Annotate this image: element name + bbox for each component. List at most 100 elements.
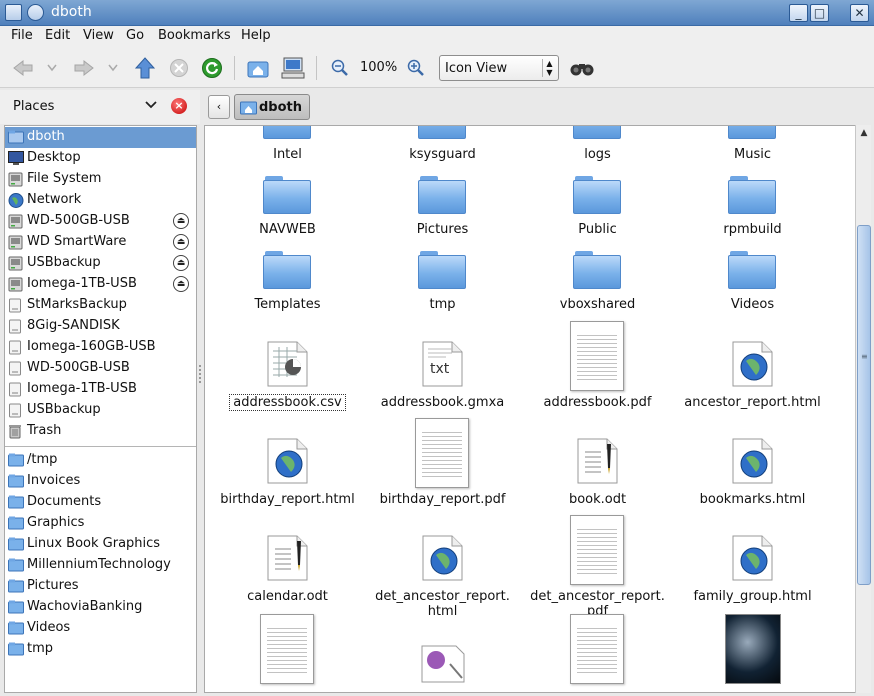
sidebar-item[interactable]: 8Gig-SANDISK (5, 316, 196, 337)
sidebar-item[interactable]: Network (5, 190, 196, 211)
folder-icon (418, 251, 466, 289)
menu-file[interactable]: File (11, 28, 33, 43)
file-item[interactable]: birthday_report.pdf (365, 418, 520, 508)
sidebar-item[interactable]: Desktop (5, 148, 196, 169)
close-button[interactable]: ✕ (850, 4, 869, 22)
sticky-icon[interactable] (27, 4, 44, 21)
file-item[interactable]: book.odt (520, 418, 675, 508)
vertical-scrollbar[interactable]: ▲ ≡ (855, 125, 871, 693)
home-button[interactable] (246, 56, 270, 80)
file-item[interactable] (365, 614, 520, 692)
menu-edit[interactable]: Edit (45, 28, 70, 43)
menu-help[interactable]: Help (241, 28, 271, 43)
file-item[interactable]: calendar.odt (210, 515, 365, 605)
file-item[interactable]: addressbook.csv (210, 321, 365, 411)
sidebar-bookmark[interactable]: Graphics (5, 513, 196, 534)
menu-go[interactable]: Go (126, 28, 144, 43)
scrollbar-thumb[interactable]: ≡ (857, 225, 871, 585)
folder-icon (418, 176, 466, 214)
search-button[interactable] (568, 56, 596, 80)
eject-icon[interactable]: ⏏ (173, 255, 189, 271)
sidebar-bookmark[interactable]: Pictures (5, 576, 196, 597)
forward-history-button[interactable] (105, 56, 121, 80)
sidebar-bookmark[interactable]: WachoviaBanking (5, 597, 196, 618)
back-history-button[interactable] (44, 56, 60, 80)
eject-icon[interactable]: ⏏ (173, 234, 189, 250)
file-item[interactable] (675, 614, 830, 692)
back-arrow-icon (13, 59, 33, 77)
pdf-document-icon (260, 614, 314, 684)
text-document-icon: txt (422, 341, 463, 387)
side-pane-selector-chevron-icon[interactable] (145, 98, 157, 112)
sidebar-bookmark[interactable]: Invoices (5, 471, 196, 492)
sidebar-item[interactable]: Iomega-160GB-USB (5, 337, 196, 358)
sidebar-bookmark[interactable]: Documents (5, 492, 196, 513)
sidebar-item[interactable]: StMarksBackup (5, 295, 196, 316)
file-name-label: addressbook.pdf (543, 395, 652, 410)
eject-icon[interactable]: ⏏ (173, 213, 189, 229)
window-menu-icon[interactable] (5, 4, 22, 21)
html-document-icon (267, 438, 308, 484)
menu-bookmarks[interactable]: Bookmarks (158, 28, 231, 43)
sidebar-bookmark[interactable]: MillenniumTechnology (5, 555, 196, 576)
file-item[interactable]: birthday_report.html (210, 418, 365, 508)
up-button[interactable] (133, 56, 157, 80)
forward-button[interactable] (71, 56, 97, 80)
file-item[interactable] (210, 614, 365, 692)
file-item[interactable]: ancestor_report.html (675, 321, 830, 411)
file-item[interactable]: family_group.html (675, 515, 830, 605)
close-side-pane-icon[interactable]: × (171, 98, 187, 114)
sidebar-item[interactable]: File System (5, 169, 196, 190)
file-item[interactable]: addressbook.pdf (520, 321, 675, 411)
sidebar-bookmark-label: Pictures (27, 578, 79, 593)
sidebar-item[interactable]: WD SmartWare ⏏ (5, 232, 196, 253)
file-item[interactable]: txt addressbook.gmxa (365, 321, 520, 411)
sidebar-bookmark[interactable]: Linux Book Graphics (5, 534, 196, 555)
html-document-icon (732, 438, 773, 484)
folder-icon (418, 126, 466, 139)
zoom-in-button[interactable] (404, 56, 428, 80)
back-button[interactable] (10, 56, 36, 80)
zoom-out-button[interactable] (328, 56, 352, 80)
sidebar-item[interactable]: Trash (5, 421, 196, 442)
computer-button[interactable] (280, 56, 306, 80)
spin-arrows-icon: ▲ ▼ (542, 59, 554, 77)
sidebar-item[interactable]: Iomega-1TB-USB ⏏ (5, 274, 196, 295)
breadcrumb-scroll-left-button[interactable]: ‹ (208, 95, 230, 119)
file-item[interactable] (520, 614, 675, 692)
reload-button[interactable] (200, 56, 224, 80)
sidebar-item[interactable]: USBbackup (5, 400, 196, 421)
sidebar-bookmark[interactable]: /tmp (5, 450, 196, 471)
view-mode-select[interactable]: Icon View ▲ ▼ (439, 55, 559, 81)
sidebar-item[interactable]: WD-500GB-USB ⏏ (5, 211, 196, 232)
sidebar-item[interactable]: WD-500GB-USB (5, 358, 196, 379)
sidebar-item[interactable]: dboth (5, 127, 196, 148)
pane-splitter[interactable] (198, 125, 203, 693)
minimize-button[interactable]: _ (789, 4, 808, 22)
sidebar-item-label: WD-500GB-USB (27, 360, 130, 375)
breadcrumb-dboth[interactable]: dboth (234, 94, 310, 120)
sidebar-bookmark[interactable]: Videos (5, 618, 196, 639)
menu-view[interactable]: View (83, 28, 114, 43)
home-folder-icon (247, 61, 269, 78)
file-item[interactable]: det_ancestor_report. pdf (520, 515, 675, 619)
zoom-out-icon (331, 59, 348, 76)
sidebar-item-label: Iomega-1TB-USB (27, 381, 137, 396)
file-name-label: calendar.odt (247, 589, 328, 604)
pdf-document-icon (570, 321, 624, 391)
pdf-document-icon (570, 515, 624, 585)
icon-view[interactable]: Intel ksysguard logs Music NAVWEB Pictures Pub… (204, 125, 871, 693)
file-item[interactable]: det_ancestor_report. html (365, 515, 520, 619)
stop-button[interactable] (167, 56, 191, 80)
scroll-up-arrow-icon[interactable]: ▲ (857, 126, 871, 140)
chevron-down-icon (47, 64, 57, 72)
file-item[interactable]: bookmarks.html (675, 418, 830, 508)
eject-icon[interactable]: ⏏ (173, 276, 189, 292)
reload-icon (202, 58, 222, 78)
file-name-label: addressbook.csv (210, 394, 365, 411)
sidebar-item[interactable]: USBbackup ⏏ (5, 253, 196, 274)
sidebar-bookmark[interactable]: tmp (5, 639, 196, 660)
sidebar-bookmark-label: Videos (27, 620, 71, 635)
sidebar-item[interactable]: Iomega-1TB-USB (5, 379, 196, 400)
maximize-button[interactable]: □ (810, 4, 829, 22)
